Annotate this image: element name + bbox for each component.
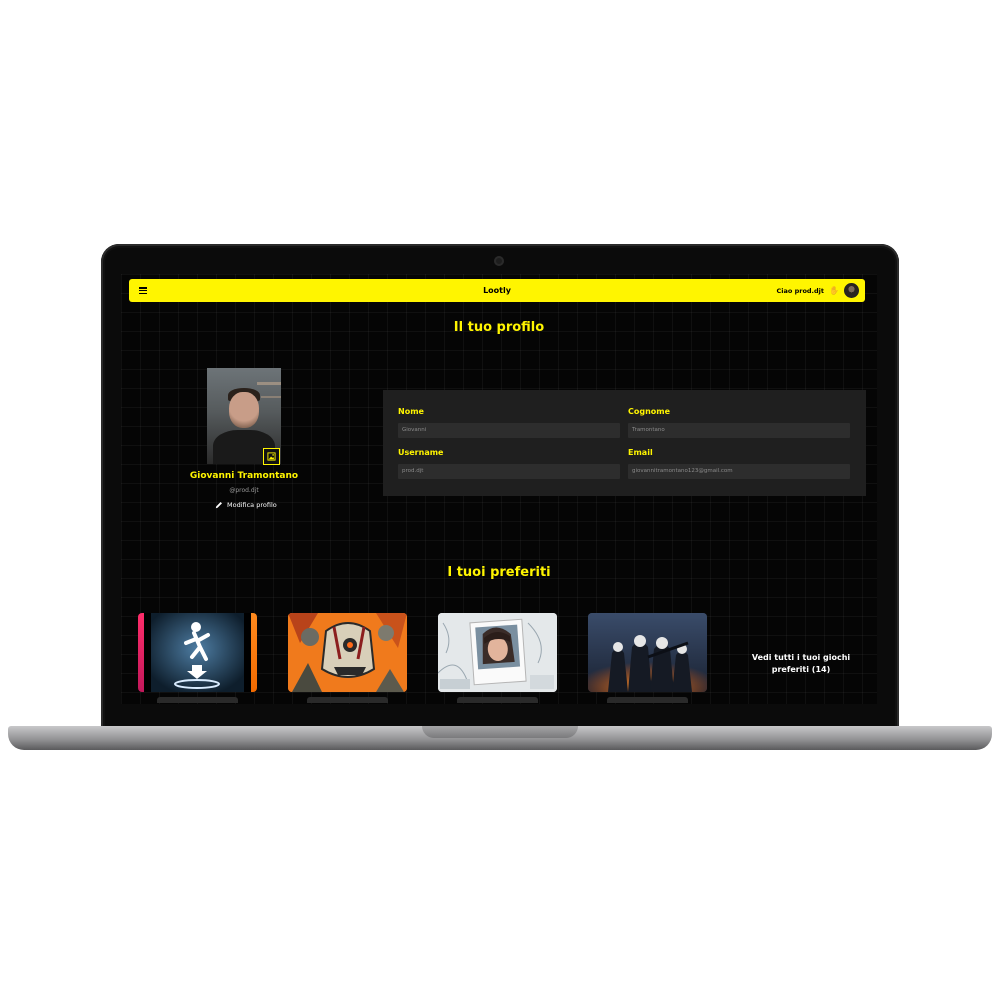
image-icon [267,452,276,461]
profile-name: Giovanni Tramontano [189,471,299,481]
polaroid-portrait-art [438,613,557,692]
game-card-footer [457,697,538,703]
see-all-label: Vedi tutti i tuoi giochi preferiti [751,653,851,674]
field-label: Nome [398,407,424,416]
game-card-footer [607,697,688,703]
favorite-game-card[interactable] [438,613,557,692]
favorites-section-title: I tuoi preferiti [447,565,551,580]
field-label: Email [628,448,653,457]
change-photo-button[interactable] [263,448,280,465]
waving-hand-icon: ✋ [829,286,839,295]
hamburger-menu-icon[interactable] [139,287,147,294]
profile-form: Nome Cognome Username Email [383,390,866,496]
first-name-input[interactable] [398,422,620,438]
favorites-count: (14) [811,665,831,674]
username-field: Username [398,448,620,479]
game-card-footer [157,697,238,703]
pencil-icon [215,502,222,509]
webcam [494,256,504,266]
brand-logo: Lootly [483,286,511,295]
top-navbar: Lootly Ciao prod.djt ✋ [129,279,865,302]
favorite-game-card[interactable] [288,613,407,692]
profile-section-title: Il tuo profilo [453,320,545,335]
user-greeting[interactable]: Ciao prod.djt ✋ [776,283,859,298]
field-label: Username [398,448,444,457]
field-label: Cognome [628,407,671,416]
edit-profile-button[interactable]: Modifica profilo [215,501,277,509]
see-all-favorites-link[interactable]: Vedi tutti i tuoi giochi preferiti (14) [737,652,865,676]
first-name-field: Nome [398,407,620,438]
favorite-game-card[interactable] [588,613,707,692]
last-name-field: Cognome [628,407,850,438]
laptop-notch [422,726,578,738]
app-screen: Lootly Ciao prod.djt ✋ Il tuo profilo Gi… [121,274,877,704]
avatar[interactable] [844,283,859,298]
psycho-mask-art [288,613,407,692]
portal-stick-figure-icon [138,613,257,692]
greeting-text: Ciao prod.djt [776,286,825,295]
username-input[interactable] [398,463,620,479]
game-card-footer [307,697,388,703]
last-name-input[interactable] [628,422,850,438]
email-field: Email [628,448,850,479]
edit-profile-label: Modifica profilo [227,501,277,509]
masked-crew-art [588,613,707,692]
favorite-game-card[interactable] [138,613,257,692]
email-input[interactable] [628,463,850,479]
profile-handle: @prod.djt [229,487,259,494]
